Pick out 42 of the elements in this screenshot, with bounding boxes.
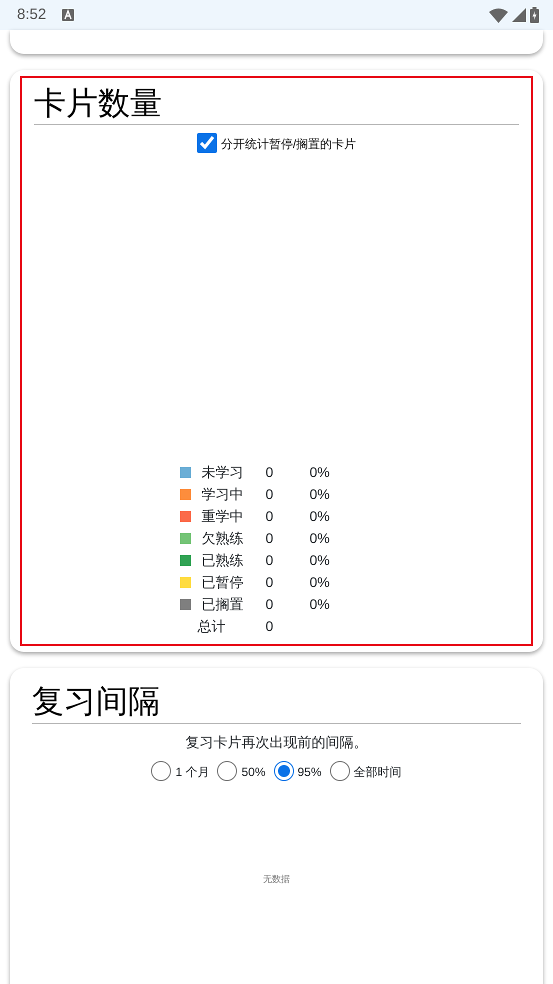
total-count: 0 [266,617,274,636]
legend-count: 0 [266,595,274,614]
separate-checkbox[interactable] [196,133,217,154]
legend-label: 未学习 [202,463,244,482]
empty-message: 无数据 [263,874,290,884]
keyboard-icon [62,9,74,21]
legend-percent: 0% [310,529,331,548]
legend-count: 0 [266,529,274,548]
legend-percent: 0% [310,595,331,614]
battery-icon [530,7,539,23]
section-title: 卡片数量 [34,84,519,126]
legend-percent: 0% [310,573,331,592]
range-label[interactable]: 1 个月 [175,762,210,781]
legend-percent: 0% [310,551,331,570]
status-time: 8:52 [17,4,46,25]
legend-label: 已暂停 [202,573,244,592]
legend-count: 0 [266,463,274,482]
range-label[interactable]: 50% [241,762,266,781]
legend-percent: 0% [310,485,331,504]
legend-count: 0 [266,551,274,570]
section-title: 复习间隔 [32,682,521,724]
legend-percent: 0% [310,507,331,526]
range-label[interactable]: 全部时间 [354,762,402,781]
legend-label: 已搁置 [202,595,244,614]
section-description: 复习卡片再次出现前的间隔。 [184,732,368,752]
total-label: 总计 [198,617,226,636]
legend-count: 0 [266,507,274,526]
legend-count: 0 [266,573,274,592]
range-radio[interactable] [151,760,172,781]
range-radio[interactable] [217,760,238,781]
legend-count: 0 [266,485,274,504]
wifi-icon [489,8,508,22]
range-radio[interactable] [274,760,294,781]
signal-icon [512,8,526,22]
legend-label: 学习中 [202,485,244,504]
range-radio[interactable] [330,760,350,781]
legend-label: 欠熟练 [202,529,244,548]
legend-label: 重学中 [202,507,244,526]
legend-label: 已熟练 [202,551,244,570]
range-label[interactable]: 95% [298,762,322,781]
legend-percent: 0% [310,463,331,482]
checkbox-label[interactable]: 分开统计暂停/搁置的卡片 [220,135,356,154]
